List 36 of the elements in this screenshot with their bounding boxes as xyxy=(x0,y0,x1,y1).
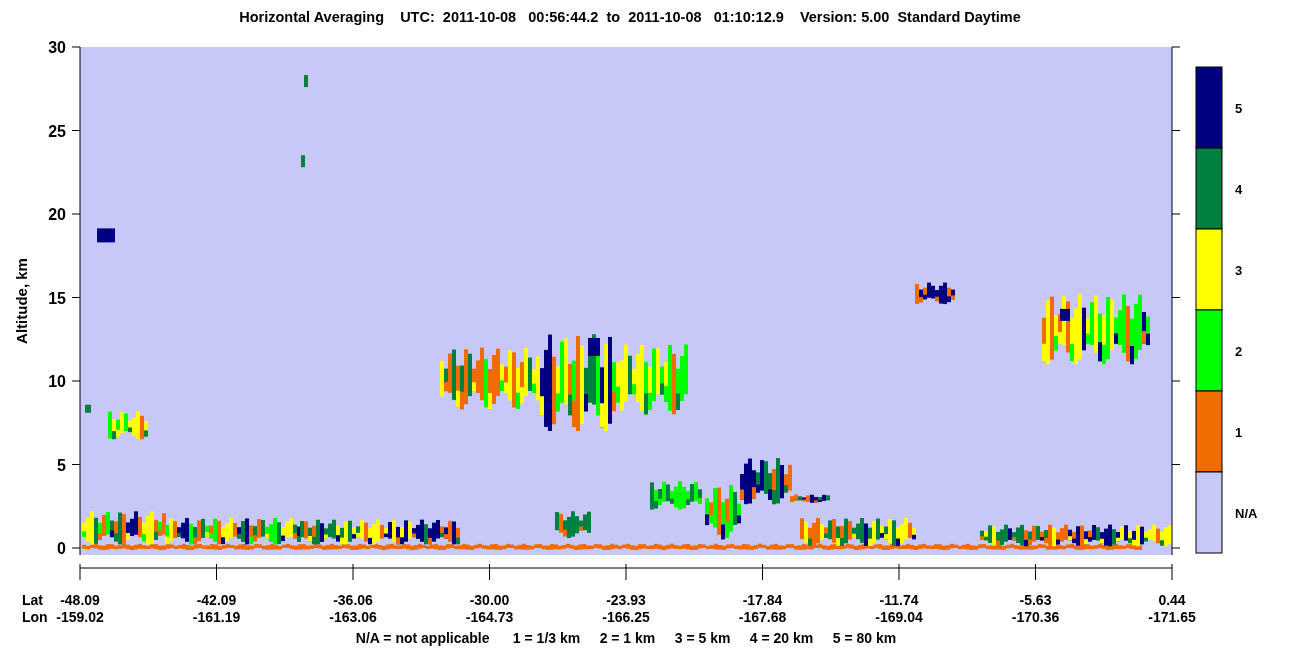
lat-label: Lat xyxy=(22,592,43,608)
lon-tick-label: -169.04 xyxy=(875,609,923,625)
axis-tick-label: 20 xyxy=(48,206,66,223)
lat-tick-label: -23.93 xyxy=(606,592,646,608)
colorbar-label: 1 xyxy=(1235,424,1243,440)
lon-tick-label: -171.65 xyxy=(1148,609,1196,625)
colorbar-label: N/A xyxy=(1235,505,1258,521)
axis-tick-label: 25 xyxy=(48,122,66,140)
lat-tick-label: -17.84 xyxy=(742,592,783,608)
axis-tick-label: 15 xyxy=(48,289,66,307)
lat-tick-label: -5.63 xyxy=(1019,592,1052,608)
axis-tick-label: 0 xyxy=(57,540,66,557)
lon-tick-label: -163.06 xyxy=(329,609,377,625)
lat-tick-label: -30.00 xyxy=(469,592,510,608)
colorbar-label: 5 xyxy=(1235,100,1243,116)
axis-tick-label: 10 xyxy=(48,373,66,390)
lat-tick-label: -42.09 xyxy=(196,592,237,608)
lon-tick-label: -166.25 xyxy=(602,609,650,625)
lat-tick-label: -11.74 xyxy=(879,592,919,608)
colorbar-label: 2 xyxy=(1235,343,1243,359)
y-axis-label: Altitude, km xyxy=(13,258,30,344)
lon-tick-label: -159.02 xyxy=(56,609,104,625)
lon-tick-label: -161.19 xyxy=(192,609,241,625)
axis-tick-label: 30 xyxy=(48,39,66,56)
lon-tick-label: -170.36 xyxy=(1011,609,1060,625)
axis-tick-label: 5 xyxy=(57,456,66,474)
legend-text: N/A = not applicable 1 = 1/3 km 2 = 1 km 3 = 5 km 4 = 20 km 5 = 80 km xyxy=(355,630,897,646)
colorbar-label: 3 xyxy=(1235,262,1243,278)
chart-title: Horizontal Averaging UTC: 2011-10-08 00:56:44.2 to 2011-10-08 01:10:12.9 Version: 5.00 Standard Daytime xyxy=(238,8,1022,27)
lon-tick-label: -164.73 xyxy=(465,609,514,625)
lat-tick-label: -48.09 xyxy=(60,592,100,608)
colorbar-label: 4 xyxy=(1235,181,1243,197)
lat-tick-label: 0.44 xyxy=(1158,592,1186,608)
lat-tick-label: -36.06 xyxy=(333,592,373,608)
lon-label: Lon xyxy=(22,609,48,625)
lon-tick-label: -167.68 xyxy=(738,609,787,625)
